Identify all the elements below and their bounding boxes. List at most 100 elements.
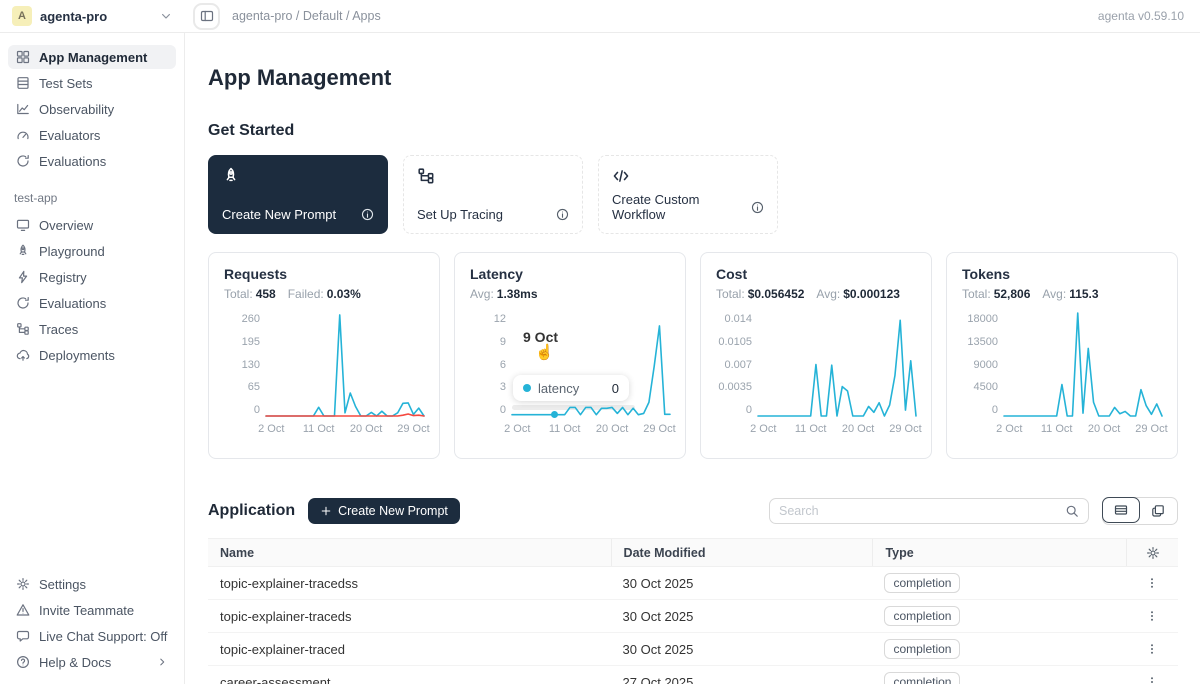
sidebar-collapse-button[interactable] — [193, 3, 220, 30]
x-tick-label: 2 Oct — [504, 423, 530, 435]
cell-type: completion — [872, 639, 1126, 659]
table-row[interactable]: topic-explainer-traceds30 Oct 2025comple… — [208, 600, 1178, 633]
info-icon[interactable] — [751, 201, 764, 214]
get-started-card-create-custom-workflow[interactable]: Create Custom Workflow — [598, 155, 778, 234]
get-started-card-label: Set Up Tracing — [417, 207, 503, 222]
trace-icon — [417, 167, 569, 185]
sidebar-item-label: Settings — [39, 577, 86, 592]
get-started-card-set-up-tracing[interactable]: Set Up Tracing — [403, 155, 583, 234]
y-tick-label: 195 — [242, 336, 260, 348]
gear-icon — [16, 577, 30, 591]
x-tick-label: 20 Oct — [1088, 423, 1120, 435]
chart-tooltip: latency0 — [513, 375, 629, 401]
card-view-icon — [1151, 504, 1165, 518]
cell-date-modified: 30 Oct 2025 — [611, 576, 873, 591]
workspace-switcher[interactable]: A agenta-pro — [0, 6, 185, 26]
search-input[interactable] — [779, 504, 1065, 518]
chart-title: Cost — [716, 266, 916, 282]
y-tick-label: 0.0035 — [718, 381, 752, 393]
info-icon[interactable] — [361, 208, 374, 221]
y-axis: 129630 — [470, 313, 512, 416]
row-actions-button[interactable] — [1145, 675, 1159, 684]
sidebar-item-observability[interactable]: Observability — [8, 97, 176, 121]
card-view-button[interactable] — [1139, 498, 1177, 524]
stat-label: Avg: — [470, 287, 494, 301]
cell-name: topic-explainer-tracedss — [208, 576, 611, 591]
chart-stats: Total:458Failed:0.03% — [224, 287, 424, 301]
sidebar-item-live-chat-support-off[interactable]: Live Chat Support: Off — [8, 624, 176, 648]
y-tick-label: 18000 — [967, 313, 998, 325]
get-started-card-label: Create Custom Workflow — [612, 192, 751, 222]
sidebar-item-evaluators[interactable]: Evaluators — [8, 123, 176, 147]
chart-card-cost: CostTotal:$0.056452Avg:$0.0001230.0140.0… — [700, 252, 932, 459]
info-icon[interactable] — [556, 208, 569, 221]
get-started-card-label: Create New Prompt — [222, 207, 336, 222]
sidebar-item-evaluations[interactable]: Evaluations — [8, 291, 176, 315]
get-started-card-create-new-prompt[interactable]: Create New Prompt — [208, 155, 388, 234]
stat-value: $0.000123 — [843, 287, 900, 301]
y-tick-label: 0.007 — [724, 359, 752, 371]
search-icon[interactable] — [1065, 504, 1079, 518]
table-row[interactable]: topic-explainer-tracedss30 Oct 2025compl… — [208, 567, 1178, 600]
sidebar-item-evaluations[interactable]: Evaluations — [8, 149, 176, 173]
row-actions-button[interactable] — [1145, 576, 1159, 590]
invite-icon — [16, 603, 30, 617]
chat-icon — [16, 629, 30, 643]
sidebar-item-label: Evaluations — [39, 296, 106, 311]
sidebar-item-traces[interactable]: Traces — [8, 317, 176, 341]
pointer-hand-cursor: ☝ — [535, 343, 554, 361]
sidebar-item-test-sets[interactable]: Test Sets — [8, 71, 176, 95]
y-tick-label: 13500 — [967, 336, 998, 348]
x-tick-label: 29 Oct — [643, 423, 675, 435]
y-tick-label: 9000 — [974, 359, 998, 371]
type-badge: completion — [884, 606, 960, 626]
table-row[interactable]: topic-explainer-traced30 Oct 2025complet… — [208, 633, 1178, 666]
workspace-name: agenta-pro — [40, 9, 107, 24]
create-new-prompt-button[interactable]: Create New Prompt — [308, 498, 460, 524]
cloud-icon — [16, 348, 30, 362]
sidebar-item-invite-teammate[interactable]: Invite Teammate — [8, 598, 176, 622]
sidebar-item-label: Playground — [39, 244, 105, 259]
table-row[interactable]: career-assessment27 Oct 2025completion — [208, 666, 1178, 684]
table-settings-button[interactable] — [1126, 539, 1178, 566]
x-tick-label: 20 Oct — [596, 423, 628, 435]
x-tick-label: 29 Oct — [397, 423, 429, 435]
app-root: A agenta-pro agenta-pro / Default / Apps… — [0, 0, 1200, 684]
sidebar-item-help-docs[interactable]: Help & Docs — [8, 650, 176, 674]
y-tick-label: 0.014 — [724, 313, 752, 325]
topbar: A agenta-pro agenta-pro / Default / Apps… — [0, 0, 1200, 33]
series-cost — [758, 320, 916, 416]
x-tick-label: 11 Oct — [795, 423, 827, 435]
cell-type: completion — [872, 672, 1126, 684]
sidebar-item-label: Help & Docs — [39, 655, 111, 670]
dots-vertical-icon — [1145, 576, 1159, 590]
sidebar-item-settings[interactable]: Settings — [8, 572, 176, 596]
sidebar-item-deployments[interactable]: Deployments — [8, 343, 176, 367]
table-view-icon — [1114, 503, 1128, 517]
x-tick-label: 29 Oct — [889, 423, 921, 435]
table-view-button[interactable] — [1102, 497, 1140, 523]
chevron-down-icon — [159, 9, 173, 23]
plus-icon — [320, 505, 332, 517]
monitor-icon — [16, 218, 30, 232]
stat-label: Avg: — [1042, 287, 1066, 301]
stat-value: 52,806 — [994, 287, 1031, 301]
chart-cards: RequestsTotal:458Failed:0.03%26019513065… — [208, 252, 1178, 459]
create-new-prompt-label: Create New Prompt — [338, 504, 448, 518]
sidebar-item-overview[interactable]: Overview — [8, 213, 176, 237]
sidebar-item-label: App Management — [39, 50, 147, 65]
code-icon — [612, 167, 764, 185]
x-tick-label: 29 Oct — [1135, 423, 1167, 435]
stat-label: Failed: — [288, 287, 324, 301]
sidebar-item-app-management[interactable]: App Management — [8, 45, 176, 69]
row-actions-button[interactable] — [1145, 642, 1159, 656]
help-icon — [16, 655, 30, 669]
stat-value: 1.38ms — [497, 287, 538, 301]
row-actions-button[interactable] — [1145, 609, 1159, 623]
x-tick-label: 20 Oct — [350, 423, 382, 435]
sidebar-item-registry[interactable]: Registry — [8, 265, 176, 289]
chevron-right-icon — [156, 656, 168, 668]
sidebar-item-playground[interactable]: Playground — [8, 239, 176, 263]
sidebar-item-label: Observability — [39, 102, 114, 117]
rocket-icon — [222, 167, 374, 185]
